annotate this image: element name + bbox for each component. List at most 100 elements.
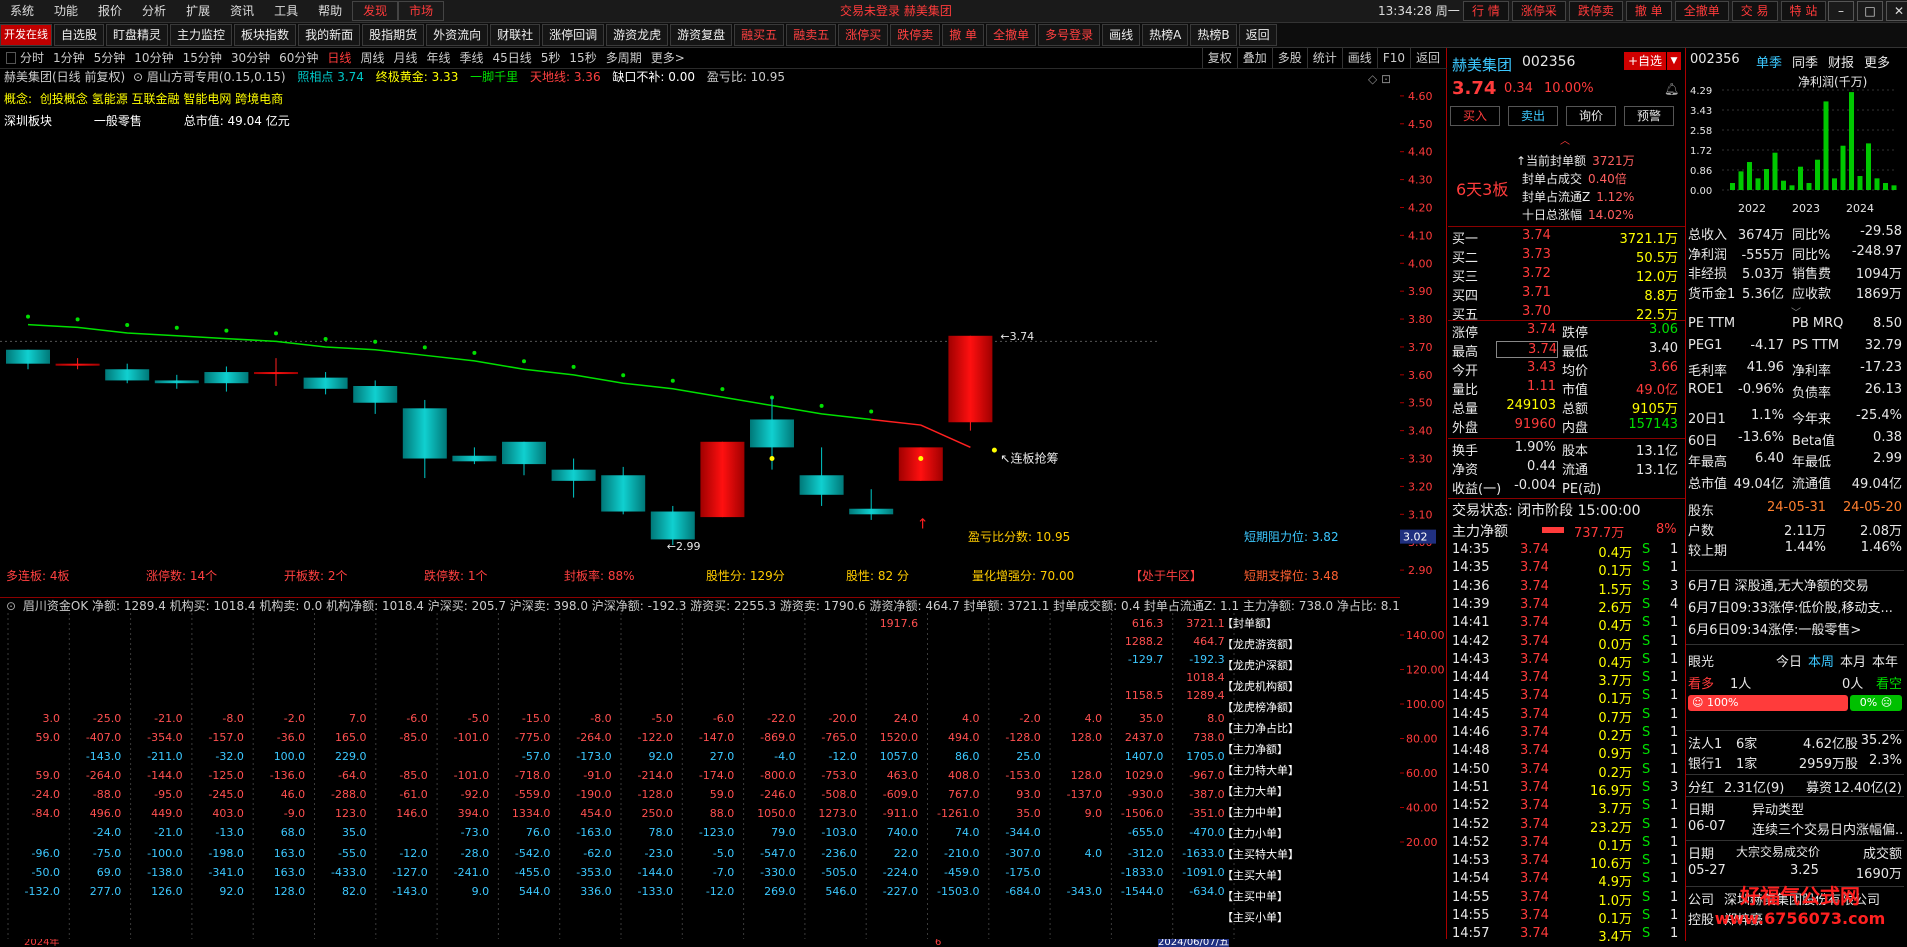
toolbar-button-10[interactable]: 游资复盘 bbox=[670, 24, 733, 46]
toolbar-button-6[interactable]: 外资流向 bbox=[426, 24, 489, 46]
sub-label-3[interactable]: 【龙虎机构额】 bbox=[1222, 678, 1299, 694]
bell-icon[interactable]: 🔔︎ bbox=[1664, 82, 1679, 96]
period-2[interactable]: 5分钟 bbox=[94, 48, 126, 68]
collapse-icon[interactable]: ︿ bbox=[1560, 132, 1570, 147]
sub-label-2[interactable]: 【龙虎沪深额】 bbox=[1222, 657, 1299, 673]
menu-item-0[interactable]: 系统 bbox=[0, 0, 44, 22]
period-16[interactable]: 更多> bbox=[651, 48, 685, 68]
toolbar-button-8[interactable]: 涨停回调 bbox=[542, 24, 605, 46]
menu-item-2[interactable]: 报价 bbox=[88, 0, 132, 22]
finance-tab-2[interactable]: 财报 bbox=[1828, 52, 1854, 71]
sub-label-4[interactable]: 【龙虎榜净额】 bbox=[1222, 699, 1299, 715]
toolbar-button-15[interactable]: 撤 单 bbox=[942, 24, 985, 46]
toolbar-button-1[interactable]: 盯盘精灵 bbox=[106, 24, 169, 46]
menu-item-3[interactable]: 分析 bbox=[132, 0, 176, 22]
period-6[interactable]: 60分钟 bbox=[279, 48, 318, 68]
indicator-menu-icon[interactable]: ⊙ bbox=[6, 599, 16, 613]
toolbar-button-9[interactable]: 游资龙虎 bbox=[606, 24, 669, 46]
period-tool-0[interactable]: 复权 bbox=[1201, 48, 1237, 68]
toolbar-button-20[interactable]: 热榜B bbox=[1190, 24, 1237, 46]
period-7[interactable]: 日线 bbox=[327, 48, 351, 68]
toolbar-button-17[interactable]: 多号登录 bbox=[1038, 24, 1101, 46]
bid-row[interactable]: 买三 3.72 12.0万 bbox=[1452, 266, 1680, 285]
period-4[interactable]: 15分钟 bbox=[183, 48, 222, 68]
toolbar-button-0[interactable]: 自选股 bbox=[54, 24, 105, 46]
period-tool-2[interactable]: 多股 bbox=[1271, 48, 1307, 68]
period-14[interactable]: 15秒 bbox=[569, 48, 596, 68]
sub-label-14[interactable]: 【主买小单】 bbox=[1222, 909, 1288, 925]
bid-row[interactable]: 买四 3.71 8.8万 bbox=[1452, 285, 1680, 304]
sub-label-6[interactable]: 【主力净额】 bbox=[1222, 741, 1288, 757]
sentiment-tab-0[interactable]: 今日 bbox=[1776, 651, 1802, 670]
period-10[interactable]: 年线 bbox=[426, 48, 450, 68]
bid-row[interactable]: 买二 3.73 50.5万 bbox=[1452, 247, 1680, 266]
period-tool-6[interactable]: 返回 bbox=[1409, 48, 1445, 68]
period-11[interactable]: 季线 bbox=[459, 48, 483, 68]
toolbar-button-18[interactable]: 画线 bbox=[1102, 24, 1141, 46]
quick-button-6[interactable]: 特 站 bbox=[1780, 1, 1827, 21]
add-favorite-button[interactable]: +自选 bbox=[1624, 52, 1666, 70]
close-icon[interactable]: ✕ bbox=[1886, 1, 1907, 21]
period-12[interactable]: 45日线 bbox=[493, 48, 532, 68]
sub-label-10[interactable]: 【主力小单】 bbox=[1222, 825, 1288, 841]
maximize-icon[interactable]: □ bbox=[1857, 1, 1883, 21]
quick-button-2[interactable]: 跌停卖 bbox=[1568, 1, 1623, 21]
period-13[interactable]: 5秒 bbox=[541, 48, 561, 68]
period-1[interactable]: 1分钟 bbox=[53, 48, 85, 68]
sentiment-tab-3[interactable]: 本年 bbox=[1872, 651, 1898, 670]
candlestick-chart[interactable]: ←3.74 ←2.99 ↖连板抢筹 ↑ bbox=[0, 68, 1400, 598]
menu-item-1[interactable]: 功能 bbox=[44, 0, 88, 22]
period-tool-1[interactable]: 叠加 bbox=[1236, 48, 1272, 68]
finance-tab-0[interactable]: 单季 bbox=[1756, 52, 1782, 71]
sub-label-9[interactable]: 【主力中单】 bbox=[1222, 804, 1288, 820]
period-tool-3[interactable]: 统计 bbox=[1306, 48, 1342, 68]
toolbar-button-11[interactable]: 融买五 bbox=[734, 24, 785, 46]
toolbar-first-button[interactable]: 开发在线 bbox=[0, 24, 52, 46]
toolbar-button-21[interactable]: 返回 bbox=[1238, 24, 1277, 46]
sub-label-1[interactable]: 【龙虎游资额】 bbox=[1222, 636, 1299, 652]
period-8[interactable]: 周线 bbox=[360, 48, 384, 68]
sentiment-tab-1[interactable]: 本周 bbox=[1808, 651, 1834, 670]
news-item-2[interactable]: 6月6日09:34涨停:一般零售> bbox=[1688, 619, 1902, 638]
sub-label-8[interactable]: 【主力大单】 bbox=[1222, 783, 1288, 799]
trade-button-2[interactable]: 询价 bbox=[1566, 106, 1616, 126]
period-tool-4[interactable]: 画线 bbox=[1341, 48, 1377, 68]
toolbar-button-3[interactable]: 板块指数 bbox=[234, 24, 297, 46]
favorite-dropdown-icon[interactable]: ▼ bbox=[1667, 52, 1681, 70]
menu-item-4[interactable]: 扩展 bbox=[176, 0, 220, 22]
toolbar-button-7[interactable]: 财联社 bbox=[490, 24, 541, 46]
toolbar-button-19[interactable]: 热榜A bbox=[1142, 24, 1189, 46]
toolbar-button-4[interactable]: 我的新面 bbox=[298, 24, 361, 46]
quick-button-4[interactable]: 全撤单 bbox=[1674, 1, 1729, 21]
trade-button-3[interactable]: 预警 bbox=[1624, 106, 1674, 126]
quick-button-5[interactable]: 交 易 bbox=[1731, 1, 1778, 21]
sub-label-7[interactable]: 【主力特大单】 bbox=[1222, 762, 1299, 778]
toolbar-button-2[interactable]: 主力监控 bbox=[170, 24, 233, 46]
sub-label-11[interactable]: 【主买特大单】 bbox=[1222, 846, 1299, 862]
menu-item-6[interactable]: 工具 bbox=[264, 0, 308, 22]
toolbar-button-5[interactable]: 股指期货 bbox=[362, 24, 425, 46]
period-3[interactable]: 10分钟 bbox=[134, 48, 173, 68]
sub-label-12[interactable]: 【主买大单】 bbox=[1222, 867, 1288, 883]
news-item-0[interactable]: 6月7日 深股通,无大净额的交易 bbox=[1688, 575, 1902, 594]
toolbar-button-14[interactable]: 跌停卖 bbox=[890, 24, 941, 46]
toolbar-button-12[interactable]: 融卖五 bbox=[786, 24, 837, 46]
sentiment-tab-2[interactable]: 本月 bbox=[1840, 651, 1866, 670]
tick-list[interactable]: 14:35 3.74 0.4万 S 1 14:35 3.74 0.1万 S 1 14:36 3.74 1… bbox=[1448, 542, 1685, 941]
period-5[interactable]: 30分钟 bbox=[231, 48, 270, 68]
finance-tab-1[interactable]: 同季 bbox=[1792, 52, 1818, 71]
minimize-icon[interactable]: – bbox=[1828, 1, 1854, 21]
period-9[interactable]: 月线 bbox=[393, 48, 417, 68]
net-profit-mini-chart[interactable]: 净利润(千万) 4.29 3.43 2.58 1.72 0.86 0.00 2022 2023 2… bbox=[1686, 72, 1904, 222]
menu-item-7[interactable]: 帮助 bbox=[308, 0, 352, 22]
bid-row[interactable]: 买一 3.74 3721.1万 bbox=[1452, 228, 1680, 247]
menu-hl-item-0[interactable]: 发现 bbox=[352, 1, 399, 21]
fund-flow-table[interactable]: 1917.6 616.3 3721.1 1288.2 464.7 -129.7 -192.3… bbox=[0, 613, 1400, 939]
quick-button-1[interactable]: 涨停采 bbox=[1511, 1, 1566, 21]
event-row[interactable]: 06-07 连续三个交易日内涨幅偏... bbox=[1686, 819, 1904, 839]
finance-tab-3[interactable]: 更多 bbox=[1864, 52, 1890, 71]
news-item-1[interactable]: 6月7日09:33涨停:低价股,移动支... bbox=[1688, 597, 1902, 616]
toolbar-button-16[interactable]: 全撤单 bbox=[986, 24, 1037, 46]
trade-button-1[interactable]: 卖出 bbox=[1508, 106, 1558, 126]
dropdown-icon[interactable] bbox=[6, 52, 16, 64]
